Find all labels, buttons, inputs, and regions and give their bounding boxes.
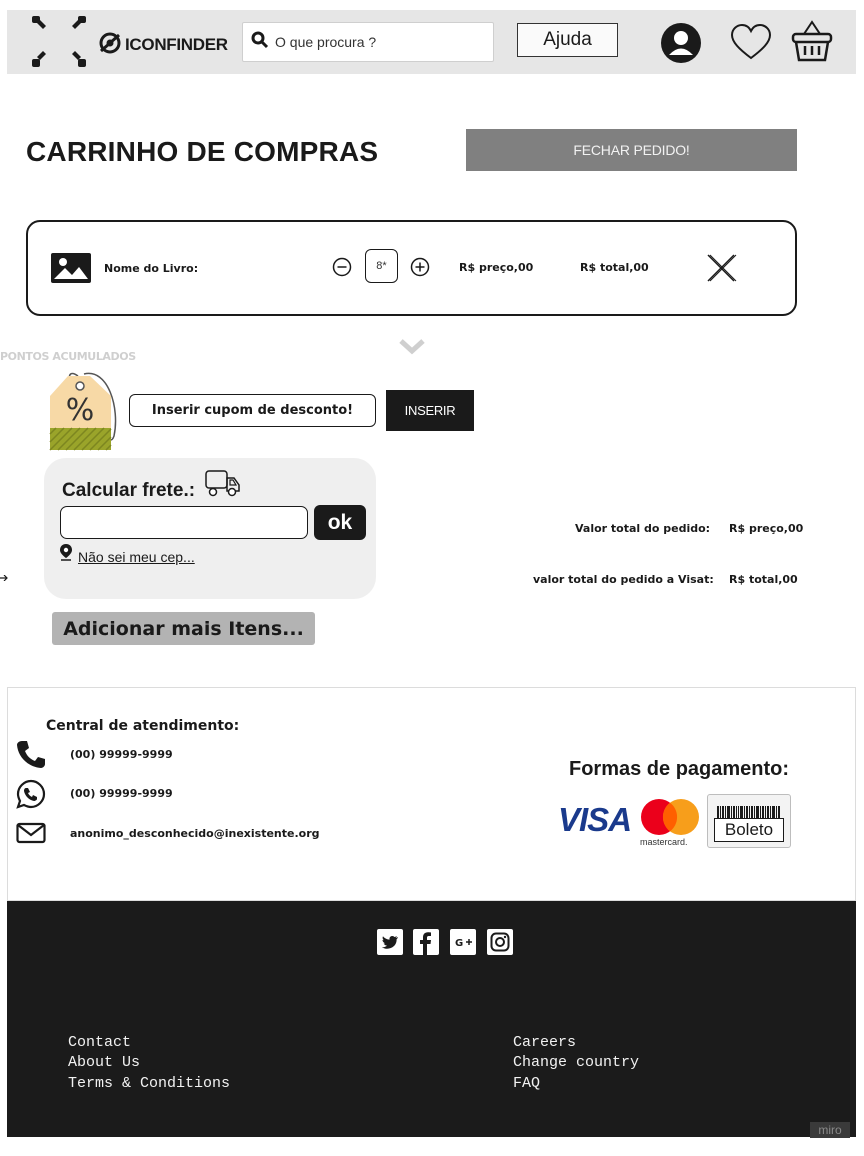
points-label: PONTOS ACUMULADOS [0,350,136,363]
search-placeholder: O que procura ? [275,34,377,50]
search-input[interactable]: O que procura ? [242,22,494,62]
freight-title: Calcular frete.: [62,480,196,501]
svg-text:%: % [66,393,95,428]
coupon-input[interactable]: Inserir cupom de desconto! [129,394,376,427]
book-name: Nome do Livro: [104,262,199,275]
plus-circle-icon[interactable] [410,257,430,282]
order-total-label: Valor total do pedido: [575,522,711,535]
item-price: R$ preço,00 [459,261,534,274]
user-icon[interactable] [659,21,703,65]
search-icon [251,31,269,54]
footer-link-change-country[interactable]: Change country [513,1054,639,1071]
boleto-label: Boleto [714,818,784,842]
discount-tag-icon: % [48,368,126,457]
expand-frame-icon[interactable] [30,14,88,70]
footer-link-about[interactable]: About Us [68,1054,140,1071]
book-image-icon [51,253,91,288]
svg-text:G: G [455,938,463,949]
brand-name: ICONFINDER [125,34,228,54]
truck-icon [205,470,241,503]
add-more-items-button[interactable]: Adicionar mais Itens... [52,612,315,645]
footer-link-terms[interactable]: Terms & Conditions [68,1075,230,1092]
quantity-field[interactable]: 8* [365,249,398,283]
visa-logo: VISA [558,801,632,838]
whatsapp-icon [16,779,46,814]
chevron-down-icon[interactable] [398,338,426,361]
help-button[interactable]: Ajuda [517,23,618,57]
footer-link-contact[interactable]: Contact [68,1034,131,1051]
heart-icon[interactable] [728,21,774,63]
facebook-icon[interactable] [413,929,439,960]
footer-link-faq[interactable]: FAQ [513,1075,540,1092]
close-order-button[interactable]: FECHAR PEDIDO! [466,129,797,171]
minus-circle-icon[interactable] [332,257,352,282]
cash-total-label: valor total do pedido a Visat: [533,573,714,586]
brand-logo[interactable]: ICONFINDER [98,30,228,59]
email-address: anonimo_desconhecido@inexistente.org [70,827,320,840]
cep-input[interactable] [60,506,308,539]
mastercard-logo-icon [637,797,703,842]
order-total-value: R$ preço,00 [729,522,804,535]
remove-item-icon[interactable] [705,252,737,289]
basket-icon[interactable] [789,18,835,64]
whatsapp-number: (00) 99999-9999 [70,787,173,800]
iconfinder-logo-icon [98,30,122,59]
mastercard-label: mastercard. [640,837,688,847]
phone-number: (00) 99999-9999 [70,748,173,761]
phone-icon [16,739,46,774]
page-title: CARRINHO DE COMPRAS [26,136,379,167]
payment-title: Formas de pagamento: [569,758,790,780]
apply-coupon-button[interactable]: INSERIR [386,390,474,431]
google-plus-icon[interactable]: G [450,929,476,960]
instagram-icon[interactable] [487,929,513,960]
item-total: R$ total,00 [580,261,649,274]
miro-watermark: miro [810,1122,850,1138]
calculate-freight-button[interactable]: ok [314,505,366,540]
twitter-icon[interactable] [377,929,403,960]
location-pin-icon [59,543,73,566]
footer-link-careers[interactable]: Careers [513,1034,576,1051]
arrow-icon [0,568,8,586]
cash-total-value: R$ total,00 [729,573,798,586]
unknown-cep-link[interactable]: Não sei meu cep... [78,549,195,565]
envelope-icon [16,822,46,849]
contact-title: Central de atendimento: [46,718,240,734]
